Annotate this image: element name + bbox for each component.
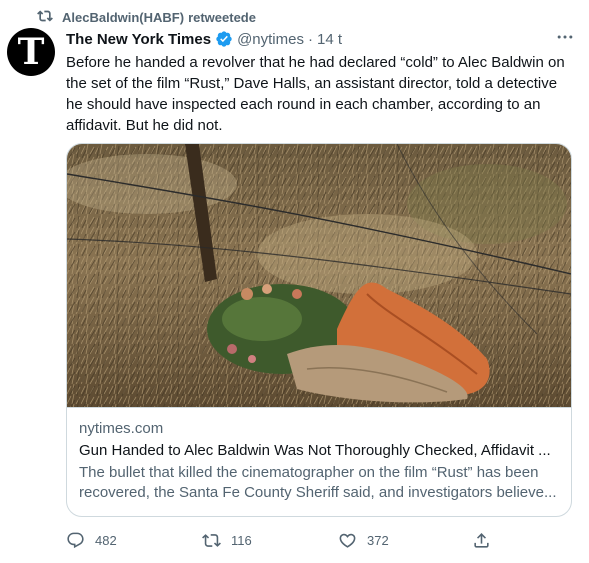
retweet-count: 116 <box>231 532 252 548</box>
card-image[interactable] <box>67 144 571 408</box>
retweeter-name[interactable]: AlecBaldwin(HABF) <box>62 10 184 25</box>
like-button[interactable]: 372 <box>338 531 389 550</box>
tweet-text: Before he handed a revolver that he had … <box>66 54 565 134</box>
retweet-icon <box>36 8 58 27</box>
link-card[interactable]: nytimes.com Gun Handed to Alec Baldwin W… <box>66 143 572 517</box>
card-description: The bullet that killed the cinematograph… <box>79 464 557 501</box>
card-body: nytimes.com Gun Handed to Alec Baldwin W… <box>79 419 559 503</box>
tweet-header: The New York Times @nytimes · 14 t <box>66 29 575 49</box>
avatar[interactable]: T <box>7 28 55 76</box>
separator-dot: · <box>307 30 313 48</box>
more-icon[interactable] <box>555 27 575 52</box>
reply-icon <box>66 531 85 550</box>
avatar-logo: T <box>17 31 45 73</box>
card-title[interactable]: Gun Handed to Alec Baldwin Was Not Thoro… <box>79 441 559 461</box>
reply-count: 482 <box>95 532 117 548</box>
retweet-context: AlecBaldwin(HABF) retweetede <box>36 8 256 26</box>
card-domain: nytimes.com <box>79 420 164 437</box>
share-icon <box>472 531 491 550</box>
like-count: 372 <box>367 532 389 548</box>
retweet-label: retweetede <box>188 9 256 25</box>
heart-icon <box>338 531 357 550</box>
author-name[interactable]: The New York Times <box>66 31 211 48</box>
tweet-timestamp[interactable]: 14 t <box>317 31 342 48</box>
action-bar: 482 116 372 <box>66 528 506 552</box>
verified-badge-icon <box>215 30 233 48</box>
reply-button[interactable]: 482 <box>66 531 117 550</box>
retweet-button[interactable]: 116 <box>202 531 252 550</box>
author-handle[interactable]: @nytimes <box>237 31 304 48</box>
retweet-icon <box>202 531 221 550</box>
share-button[interactable] <box>472 531 491 550</box>
